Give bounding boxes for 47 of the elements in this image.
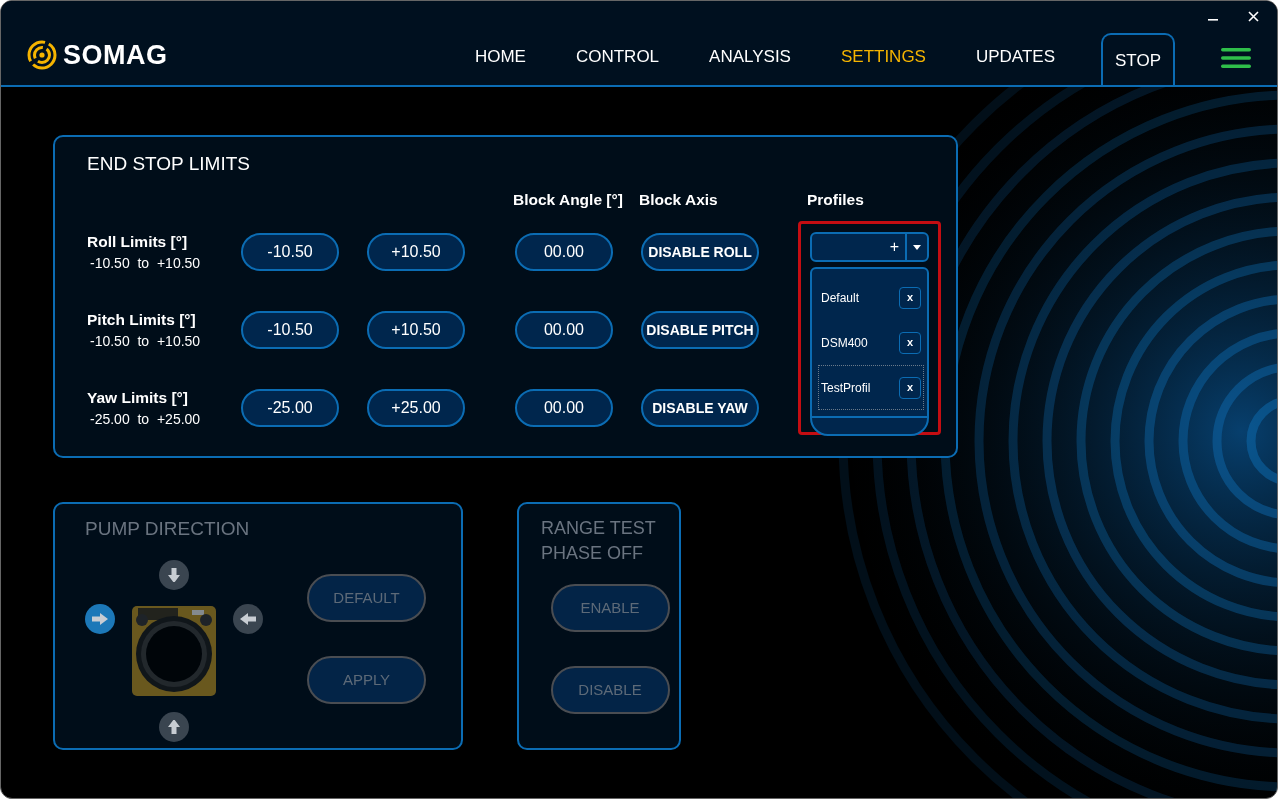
limit-range: -10.50 to +10.50 xyxy=(89,254,202,274)
add-profile-button[interactable]: + xyxy=(812,234,905,260)
nav-tab[interactable]: CONTROL xyxy=(575,31,660,85)
panel-title: PUMP DIRECTION xyxy=(85,517,251,541)
remove-profile-button[interactable]: x xyxy=(899,331,921,354)
limit-range: -10.50 to +10.50 xyxy=(89,332,202,352)
min-value-button[interactable]: -10.50 xyxy=(241,311,339,349)
disable-axis-button[interactable]: DISABLE ROLL xyxy=(641,233,759,271)
arrow-icon xyxy=(165,720,183,734)
max-value-button[interactable]: +10.50 xyxy=(367,311,465,349)
profile-name[interactable]: TestProfil xyxy=(821,378,871,397)
limit-range: -25.00 to +25.00 xyxy=(89,410,202,430)
disable-axis-button[interactable]: DISABLE YAW xyxy=(641,389,759,427)
profile-name[interactable]: Default xyxy=(821,288,860,307)
nav-tab[interactable]: SETTINGS xyxy=(840,31,926,85)
panel-title: RANGE TEST PHASE OFF xyxy=(541,517,657,565)
remove-profile-button[interactable]: x xyxy=(899,376,921,399)
close-icon[interactable] xyxy=(1248,10,1259,22)
nav-tab[interactable]: ANALYSIS xyxy=(709,31,791,85)
disable-axis-button[interactable]: DISABLE PITCH xyxy=(641,311,759,349)
profile-name[interactable]: DSM400 xyxy=(821,333,868,352)
max-value-button[interactable]: +10.50 xyxy=(367,233,465,271)
column-header: Profiles xyxy=(807,189,865,210)
panel-title: END STOP LIMITS xyxy=(87,152,251,176)
angle-value-button[interactable]: 00.00 xyxy=(515,233,613,271)
column-header: Block Axis xyxy=(639,189,719,210)
nav-tab[interactable]: HOME xyxy=(474,31,526,85)
arrow-icon xyxy=(91,612,109,626)
nav-tab[interactable]: UPDATES xyxy=(975,31,1055,85)
profile-dropdown[interactable]: + xyxy=(810,232,929,262)
caret-icon xyxy=(913,244,921,250)
max-value-button[interactable]: +25.00 xyxy=(367,389,465,427)
angle-value-button[interactable]: 00.00 xyxy=(515,389,613,427)
min-value-button[interactable]: -25.00 xyxy=(241,389,339,427)
logo-icon xyxy=(27,40,57,70)
brand-name: SOMAG xyxy=(63,38,168,72)
limit-label: Pitch Limits [°] xyxy=(87,309,197,330)
arrow-icon xyxy=(165,568,183,582)
limit-label: Roll Limits [°] xyxy=(87,231,189,252)
column-header: Block Angle [°] xyxy=(513,189,624,210)
angle-value-button[interactable]: 00.00 xyxy=(515,311,613,349)
min-value-button[interactable]: -10.50 xyxy=(241,233,339,271)
arrow-icon xyxy=(239,612,257,626)
menu-icon[interactable] xyxy=(1221,48,1251,68)
limit-label: Yaw Limits [°] xyxy=(87,387,189,408)
remove-profile-button[interactable]: x xyxy=(899,286,921,309)
stop-tab[interactable]: STOP xyxy=(1101,33,1175,85)
